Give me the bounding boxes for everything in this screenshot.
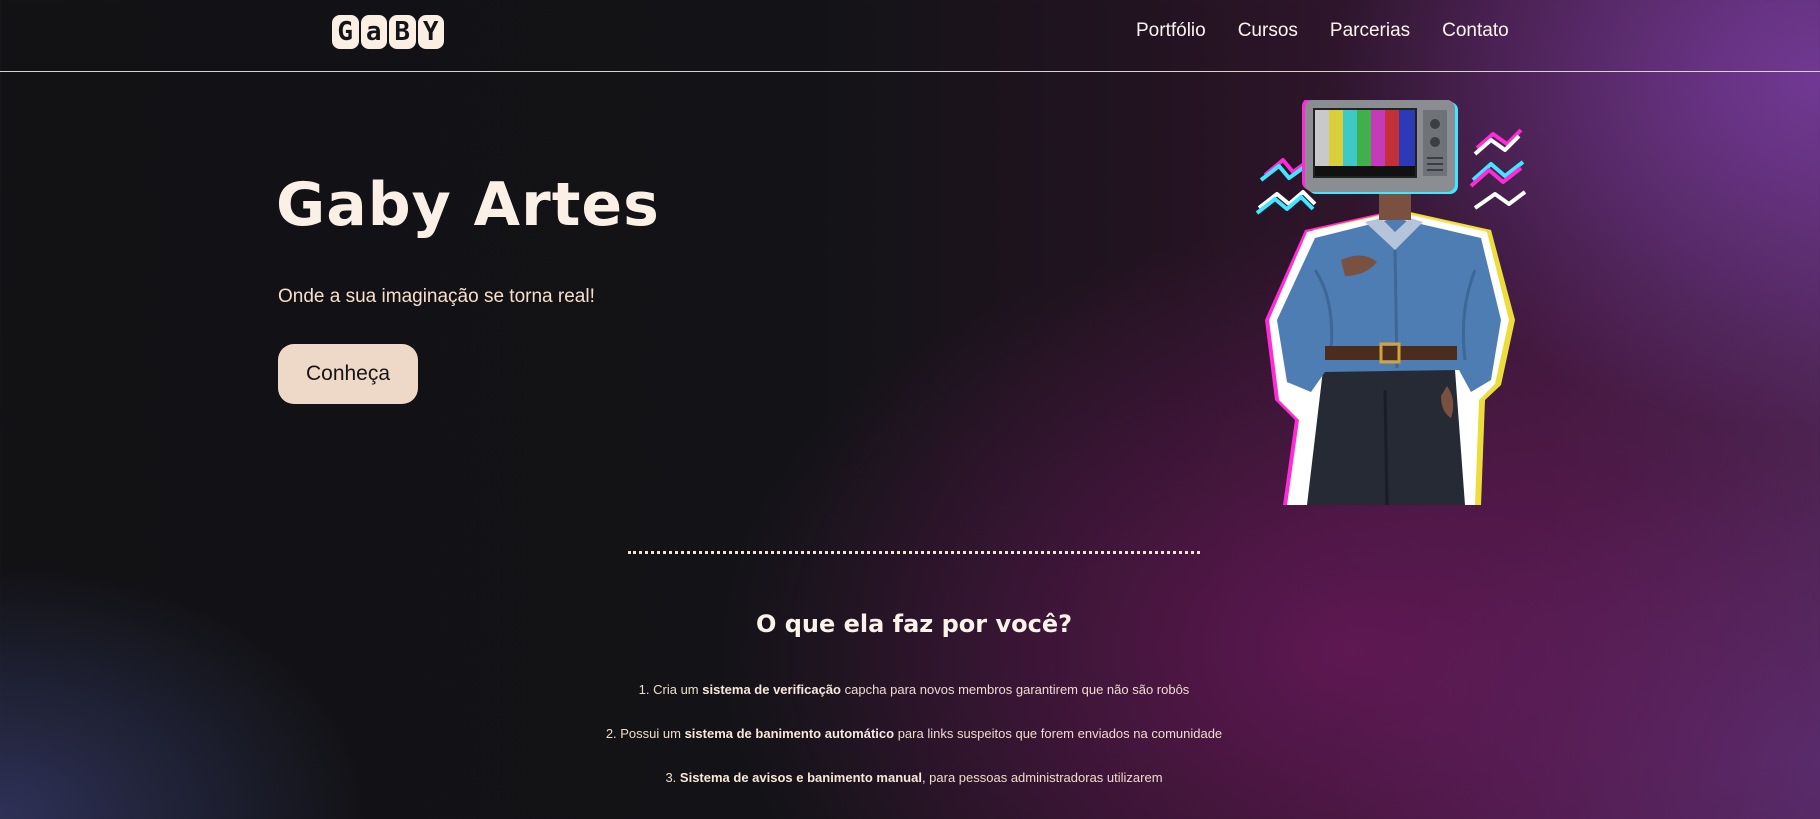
features-list: 1. Cria um sistema de verificação capcha… [0,680,1820,812]
feature-item: 2. Possui um sistema de banimento automá… [0,724,1820,768]
section-title: O que ela faz por você? [755,610,1073,638]
conheca-button[interactable]: Conheça [278,344,418,404]
section-divider [628,551,1200,554]
logo-letter: G [332,15,359,49]
logo[interactable]: G a B Y [332,15,444,49]
feature-highlight: sistema de verificação [702,682,841,697]
logo-letter: a [360,15,387,49]
feature-text: 3. [665,770,680,785]
nav-link-contato[interactable]: Contato [1442,20,1509,42]
feature-text: 2. Possui um [605,726,685,741]
logo-letter: Y [417,15,444,49]
feature-text: capcha para novos membros garantirem que… [841,682,1190,697]
nav-link-portfolio[interactable]: Portfólio [1136,20,1206,42]
color-bars-icon [1315,110,1415,176]
tv-head-character-illustration [1255,100,1527,505]
nav-link-cursos[interactable]: Cursos [1238,20,1298,42]
feature-highlight: sistema de banimento automático [684,726,895,741]
feature-text: 1. Cria um [638,682,703,697]
main-nav: Portfólio Cursos Parcerias Contato [1136,20,1509,42]
feature-item: 3. Sistema de avisos e banimento manual,… [0,768,1820,812]
feature-text: para links suspeitos que forem enviados … [894,726,1223,741]
feature-item: 1. Cria um sistema de verificação capcha… [0,680,1820,724]
hero-subtitle: Onde a sua imaginação se torna real! [278,286,595,307]
site-header: G a B Y Portfólio Cursos Parcerias Conta… [0,0,1820,72]
nav-link-parcerias[interactable]: Parcerias [1330,20,1410,42]
logo-letter: B [389,15,416,49]
feature-highlight: Sistema de avisos e banimento manual [679,770,922,785]
feature-text: , para pessoas administradoras utilizare… [921,770,1163,785]
hero-title: Gaby Artes [276,170,660,240]
